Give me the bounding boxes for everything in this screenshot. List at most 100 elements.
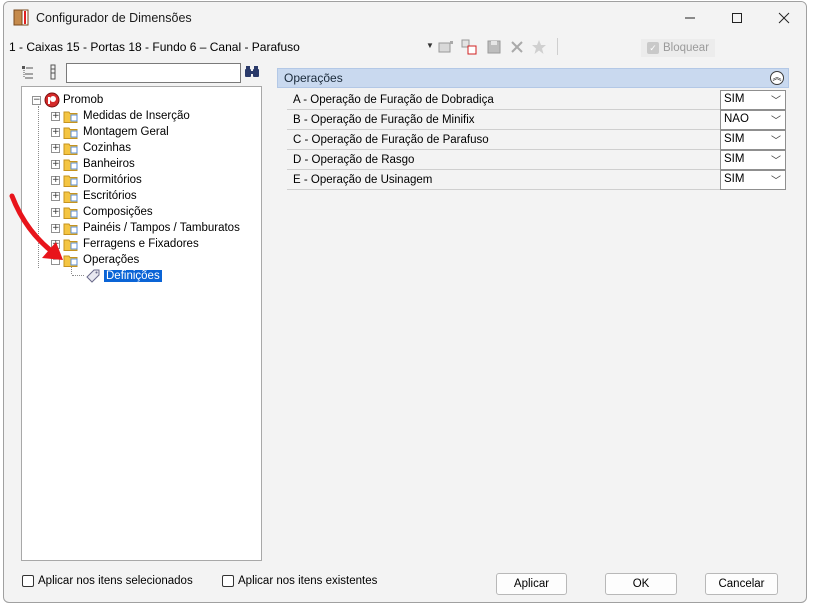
- tree-item-definicoes[interactable]: Definições: [85, 268, 162, 284]
- chevron-down-icon: ﹀: [771, 136, 781, 147]
- dropdown-arrow-icon[interactable]: ▼: [426, 41, 434, 50]
- tree-item-promob[interactable]: − Promob: [32, 92, 103, 108]
- folder-icon: [63, 159, 78, 171]
- minimize-button[interactable]: [667, 2, 713, 34]
- tree-item-label: Promob: [63, 94, 104, 106]
- checkbox-box[interactable]: [22, 575, 34, 587]
- tree-item-cozinhas[interactable]: + Cozinhas: [51, 140, 131, 156]
- checkbox-box[interactable]: [222, 575, 234, 587]
- expand-icon[interactable]: +: [51, 175, 60, 185]
- folder-icon: [63, 127, 78, 139]
- tree-item-label: Medidas de Inserção: [83, 110, 190, 122]
- folder-icon: [63, 143, 78, 155]
- tree-item-label: Escritórios: [83, 190, 137, 202]
- delete-icon[interactable]: [508, 38, 526, 56]
- tree-item-label: Composições: [83, 206, 153, 218]
- property-label: A - Operação de Furação de Dobradiça: [293, 94, 494, 106]
- category-tree: − Promob + Medidas de Inserção + Montage…: [21, 86, 262, 561]
- tree-list-icon[interactable]: [50, 64, 56, 80]
- apply-existing-checkbox[interactable]: Aplicar nos itens existentes: [222, 575, 377, 587]
- chevron-down-icon: ﹀: [771, 96, 781, 107]
- toolbar: 1 - Caixas 15 - Portas 18 - Fundo 6 – Ca…: [4, 35, 806, 59]
- folder-icon: [63, 255, 78, 267]
- property-value: SIM: [724, 93, 745, 105]
- tree-item-ferragens[interactable]: + Ferragens e Fixadores: [51, 236, 199, 252]
- chevron-down-icon: ﹀: [771, 176, 781, 187]
- folder-icon: [63, 207, 78, 219]
- property-value-select[interactable]: SIM ﹀: [720, 90, 786, 110]
- property-value-select[interactable]: SIM ﹀: [720, 170, 786, 190]
- tree-item-label: Ferragens e Fixadores: [83, 238, 199, 250]
- property-value-select[interactable]: SIM ﹀: [720, 150, 786, 170]
- tree-item-paineis[interactable]: + Painéis / Tampos / Tamburatos: [51, 220, 240, 236]
- tree-item-operacoes[interactable]: − Operações: [51, 252, 139, 268]
- expand-icon[interactable]: +: [51, 191, 60, 201]
- folder-icon: [63, 239, 78, 251]
- expand-icon[interactable]: +: [51, 223, 60, 233]
- property-label: C - Operação de Furação de Parafuso: [293, 134, 489, 146]
- lock-label: Bloquear: [663, 42, 710, 54]
- tree-connector: [72, 275, 84, 276]
- folder-icon: [63, 111, 78, 123]
- expand-all-icon[interactable]: [22, 66, 33, 79]
- tree-search-input[interactable]: [66, 63, 241, 83]
- tree-item-label: Definições: [104, 270, 162, 282]
- apply-selected-checkbox[interactable]: Aplicar nos itens selecionados: [22, 575, 193, 587]
- tree-item-composicoes[interactable]: + Composições: [51, 204, 153, 220]
- tree-item-label: Painéis / Tampos / Tamburatos: [83, 222, 240, 234]
- expand-icon[interactable]: +: [51, 143, 60, 153]
- cancel-button[interactable]: Cancelar: [705, 573, 778, 595]
- property-label: D - Operação de Rasgo: [293, 154, 415, 166]
- expand-icon[interactable]: +: [51, 111, 60, 121]
- folder-icon: [63, 191, 78, 203]
- folder-icon: [63, 223, 78, 235]
- close-button[interactable]: [761, 2, 806, 34]
- chevron-down-icon: ﹀: [771, 116, 781, 127]
- tree-item-label: Banheiros: [83, 158, 135, 170]
- property-row: E - Operação de Usinagem SIM ﹀: [287, 170, 786, 190]
- configuration-selector[interactable]: 1 - Caixas 15 - Portas 18 - Fundo 6 – Ca…: [9, 40, 300, 54]
- chevron-down-icon: ﹀: [771, 156, 781, 167]
- property-label: B - Operação de Furação de Minifix: [293, 114, 475, 126]
- property-row: D - Operação de Rasgo SIM ﹀: [287, 150, 786, 170]
- title-bar: Configurador de Dimensões: [4, 2, 806, 34]
- checkmark-icon: ✓: [647, 42, 659, 54]
- collapse-icon[interactable]: −: [51, 255, 60, 265]
- collapse-section-icon[interactable]: ︽: [770, 71, 784, 85]
- tree-item-escritorios[interactable]: + Escritórios: [51, 188, 137, 204]
- dialog-window: Configurador de Dimensões 1 - Caixas 15 …: [3, 1, 807, 603]
- property-value-select[interactable]: NAO ﹀: [720, 110, 786, 130]
- ok-button[interactable]: OK: [605, 573, 677, 595]
- apply-button[interactable]: Aplicar: [496, 573, 567, 595]
- app-icon: [13, 9, 29, 26]
- expand-icon[interactable]: +: [51, 127, 60, 137]
- tree-item-montagem[interactable]: + Montagem Geral: [51, 124, 169, 140]
- property-value-select[interactable]: SIM ﹀: [720, 130, 786, 150]
- property-value: SIM: [724, 173, 745, 185]
- promob-logo-icon: [44, 92, 60, 108]
- minimize-icon: [685, 17, 695, 19]
- collapse-icon[interactable]: −: [32, 95, 41, 105]
- maximize-button[interactable]: [714, 2, 760, 34]
- tree-connector: [38, 106, 39, 268]
- tree-item-label: Montagem Geral: [83, 126, 169, 138]
- expand-icon[interactable]: +: [51, 207, 60, 217]
- apply-selected-label: Aplicar nos itens selecionados: [38, 575, 193, 587]
- property-value: NAO: [724, 113, 749, 125]
- favorite-star-icon[interactable]: [530, 38, 548, 56]
- section-header-operacoes: Operações ︽: [277, 68, 789, 88]
- save-icon[interactable]: [485, 38, 503, 56]
- property-row: A - Operação de Furação de Dobradiça SIM…: [287, 90, 786, 110]
- tree-item-banheiros[interactable]: + Banheiros: [51, 156, 135, 172]
- property-row: C - Operação de Furação de Parafuso SIM …: [287, 130, 786, 150]
- property-value: SIM: [724, 153, 745, 165]
- tree-item-dormitorios[interactable]: + Dormitórios: [51, 172, 142, 188]
- tree-item-medidas[interactable]: + Medidas de Inserção: [51, 108, 190, 124]
- binoculars-icon[interactable]: [244, 65, 260, 79]
- expand-icon[interactable]: +: [51, 159, 60, 169]
- expand-icon[interactable]: +: [51, 239, 60, 249]
- apply-existing-label: Aplicar nos itens existentes: [238, 575, 378, 587]
- copy-config-icon[interactable]: [460, 38, 478, 56]
- new-config-icon[interactable]: [437, 38, 455, 56]
- lock-checkbox[interactable]: ✓ Bloquear: [641, 39, 715, 57]
